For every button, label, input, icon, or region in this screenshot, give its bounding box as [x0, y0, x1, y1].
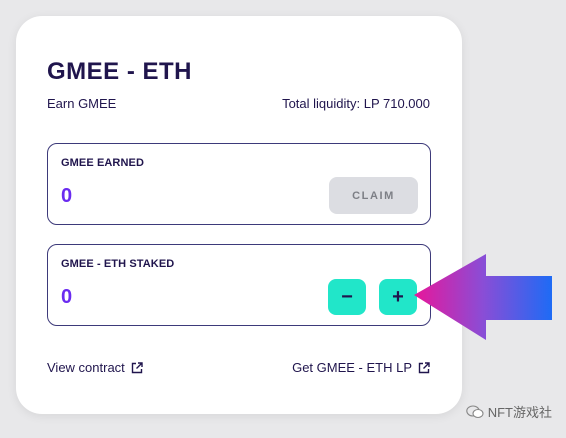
earned-value: 0 [61, 185, 73, 207]
view-contract-label: View contract [47, 360, 125, 375]
pointer-arrow-icon [414, 254, 552, 340]
claim-button[interactable]: CLAIM [329, 177, 418, 214]
plus-icon: + [392, 285, 404, 308]
earned-label: GMEE EARNED [61, 157, 144, 169]
staked-value: 0 [61, 286, 73, 308]
total-liquidity: Total liquidity: LP 710.000 [282, 96, 430, 111]
earn-label: Earn GMEE [47, 96, 117, 111]
staked-label: GMEE - ETH STAKED [61, 258, 175, 270]
pool-title: GMEE - ETH [47, 58, 193, 85]
chat-bubble-icon [465, 404, 484, 418]
external-link-icon [131, 361, 143, 374]
watermark-text: NFT游戏社 [487, 405, 552, 420]
unstake-minus-button[interactable]: − [328, 279, 366, 315]
minus-icon: − [341, 285, 353, 308]
watermark: NFT游戏社 [465, 402, 552, 421]
staked-panel: GMEE - ETH STAKED 0 − + [47, 244, 431, 326]
external-link-icon [418, 361, 430, 374]
earned-panel: GMEE EARNED 0 CLAIM [47, 143, 431, 225]
view-contract-link[interactable]: View contract [47, 360, 143, 375]
get-lp-link[interactable]: Get GMEE - ETH LP [292, 360, 430, 375]
get-lp-label: Get GMEE - ETH LP [292, 360, 412, 375]
